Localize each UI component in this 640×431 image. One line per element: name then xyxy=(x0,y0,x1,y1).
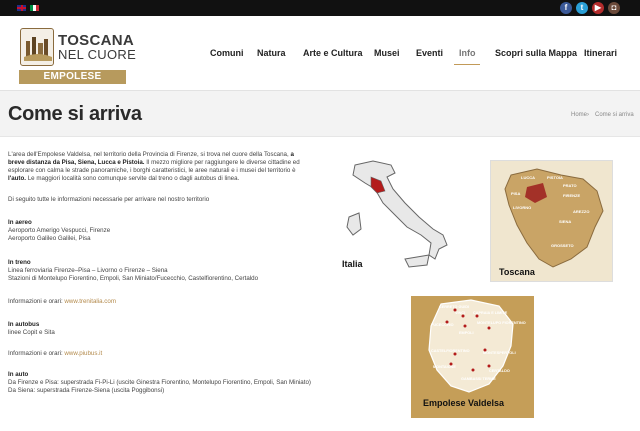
section-autobus-title: In autobus xyxy=(8,321,40,328)
section-auto-title: In auto xyxy=(8,371,29,378)
autobus-line-1: linee Copit e Sita xyxy=(8,329,55,336)
section-aereo-title: In aereo xyxy=(8,219,32,226)
italy-map-label: Italia xyxy=(342,259,363,269)
empolese-town-empoli: EMPOLI xyxy=(459,331,474,335)
empolese-town-gambassi: GAMBASSI TERME xyxy=(461,377,496,381)
nav-info[interactable]: Info xyxy=(459,48,476,58)
piubus-link[interactable]: www.piubus.it xyxy=(64,350,102,357)
tuscany-town-prato: PRATO xyxy=(563,183,577,188)
trenitalia-link[interactable]: www.trenitalia.com xyxy=(64,298,116,305)
nav-active-indicator xyxy=(454,64,480,65)
aereo-line-2: Aeroporto Galileo Galilei, Pisa xyxy=(8,235,91,242)
nav-comuni[interactable]: Comuni xyxy=(210,48,244,58)
it-flag-icon[interactable] xyxy=(30,5,39,11)
nav-scopri-mappa[interactable]: Scopri sulla Mappa xyxy=(495,48,577,58)
logo-emblem[interactable] xyxy=(20,28,54,66)
empolese-town-cerreto-guidi: CERRETO GUIDI xyxy=(439,305,469,309)
intro-line-3: esplorare con calma le strade panoramich… xyxy=(8,167,296,174)
tuscany-town-pistoia: PISTOIA xyxy=(547,175,563,180)
facebook-icon[interactable]: f xyxy=(560,2,572,14)
nav-itinerari[interactable]: Itinerari xyxy=(584,48,617,58)
section-treno-title: In treno xyxy=(8,259,31,266)
nav-arte-cultura[interactable]: Arte e Cultura xyxy=(303,48,363,58)
nav-eventi[interactable]: Eventi xyxy=(416,48,443,58)
twitter-icon[interactable]: t xyxy=(576,2,588,14)
page-title: Come si arriva xyxy=(8,103,142,125)
aereo-line-1: Aeroporto Amerigo Vespucci, Firenze xyxy=(8,227,111,234)
youtube-icon[interactable]: ▶ xyxy=(592,2,604,14)
tuscany-town-lucca: LUCCA xyxy=(521,175,535,180)
autobus-info-line: Informazioni e orari: www.piubus.it xyxy=(8,350,103,357)
instagram-icon[interactable]: ◘ xyxy=(608,2,620,14)
intro-line-5: Di seguito tutte le informazioni necessa… xyxy=(8,196,210,203)
tuscany-town-siena: SIENA xyxy=(559,219,571,224)
intro-line-2: breve distanza da Pisa, Siena, Lucca e P… xyxy=(8,159,300,166)
auto-line-2: Da Siena: superstrada Firenze-Siena (usc… xyxy=(8,387,165,394)
top-bar: f t ▶ ◘ xyxy=(0,0,640,16)
treno-info-line: Informazioni e orari: www.trenitalia.com xyxy=(8,298,116,305)
intro-line-4: l'auto. Le maggiori località sono comunq… xyxy=(8,175,240,182)
empolese-town-montaione: MONTAIONE xyxy=(433,365,456,369)
tuscany-outline-icon: LUCCA PISTOIA PRATO FIRENZE AREZZO SIENA… xyxy=(504,168,604,268)
intro-line-1: L'area dell'Empolese Valdelsa, nel terri… xyxy=(8,151,294,158)
nav-musei[interactable]: Musei xyxy=(374,48,400,58)
italy-map: Italia xyxy=(335,155,475,280)
logo-subtitle[interactable]: NEL CUORE xyxy=(58,48,136,61)
towers-logo-icon xyxy=(24,37,52,61)
breadcrumb-separator: › xyxy=(587,112,589,118)
auto-line-1: Da Firenze e Pisa: superstrada Fi-Pi-Li … xyxy=(8,379,311,386)
empolese-map: CERRETO GUIDI VINCI CAPRAIA E LIMITE FUC… xyxy=(411,296,534,418)
nav-natura[interactable]: Natura xyxy=(257,48,286,58)
empolese-town-montespertoli: MONTESPERTOLI xyxy=(483,351,516,355)
empolese-town-vinci: VINCI xyxy=(455,311,465,315)
tuscany-town-livorno: LIVORNO xyxy=(513,205,531,210)
breadcrumb-current: Come si arriva xyxy=(595,112,634,118)
breadcrumb-home[interactable]: Home xyxy=(571,112,587,118)
tuscany-map-label: Toscana xyxy=(499,267,535,277)
empolese-town-capraia: CAPRAIA E LIMITE xyxy=(473,311,508,315)
empolese-map-label: Empolese Valdelsa xyxy=(423,398,505,408)
empolese-town-castelfiorentino: CASTELFIORENTINO xyxy=(431,349,470,353)
empolese-town-certaldo: CERTALDO xyxy=(489,369,510,373)
logo-area-band: EMPOLESE VALDELSA xyxy=(19,70,126,96)
treno-line-2: Stazioni di Montelupo Fiorentino, Empoli… xyxy=(8,275,259,282)
tuscany-town-firenze: FIRENZE xyxy=(563,193,580,198)
empolese-town-montelupo: MONTELUPO FIORENTINO xyxy=(477,321,526,325)
en-flag-icon[interactable] xyxy=(17,5,26,11)
empolese-town-fucecchio: FUCECCHIO xyxy=(431,323,454,327)
tuscany-town-pisa: PISA xyxy=(511,191,520,196)
logo-title[interactable]: TOSCANA xyxy=(58,33,134,48)
tuscany-map: LUCCA PISTOIA PRATO FIRENZE AREZZO SIENA… xyxy=(490,160,613,282)
tuscany-town-arezzo: AREZZO xyxy=(573,209,589,214)
treno-line-1: Linea ferroviaria Firenze–Pisa – Livorno… xyxy=(8,267,168,274)
tuscany-town-grosseto: GROSSETO xyxy=(551,243,574,248)
